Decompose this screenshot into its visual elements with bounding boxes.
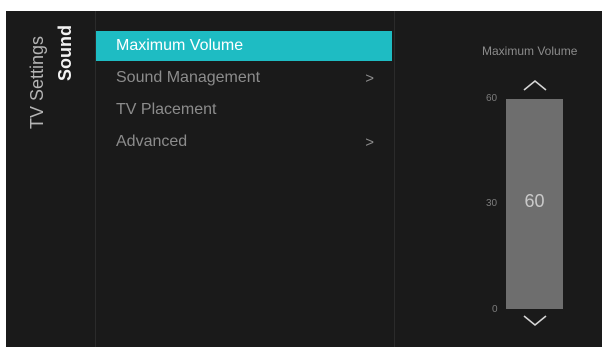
menu-item-sound-management[interactable]: Sound Management > [96, 63, 392, 93]
breadcrumb-parent-tv-settings[interactable]: TV Settings [26, 36, 48, 129]
sound-menu: Maximum Volume Sound Management > TV Pla… [96, 31, 392, 159]
volume-slider[interactable]: 60 [506, 99, 563, 309]
panel-divider [394, 11, 395, 347]
chevron-down-icon[interactable] [521, 314, 549, 328]
breadcrumb-current-sound: Sound [55, 25, 75, 81]
menu-item-label: TV Placement [116, 101, 217, 118]
volume-value-label: 60 [524, 191, 545, 211]
menu-item-label: Advanced [116, 133, 188, 150]
tick-label-min: 0 [492, 304, 498, 315]
volume-panel-title: Maximum Volume [482, 44, 578, 58]
menu-item-label: Sound Management [116, 69, 261, 86]
menu-item-advanced[interactable]: Advanced > [96, 127, 392, 157]
chevron-right-icon: > [365, 133, 374, 151]
breadcrumb: TV Settings Sound [6, 11, 96, 347]
tick-label-max: 60 [486, 93, 498, 104]
chevron-right-icon: > [365, 69, 374, 87]
menu-item-maximum-volume[interactable]: Maximum Volume [96, 31, 392, 61]
menu-item-label: Maximum Volume [116, 37, 244, 54]
tick-label-mid: 30 [486, 198, 498, 209]
menu-item-tv-placement[interactable]: TV Placement [96, 95, 392, 125]
chevron-up-icon[interactable] [521, 78, 549, 92]
